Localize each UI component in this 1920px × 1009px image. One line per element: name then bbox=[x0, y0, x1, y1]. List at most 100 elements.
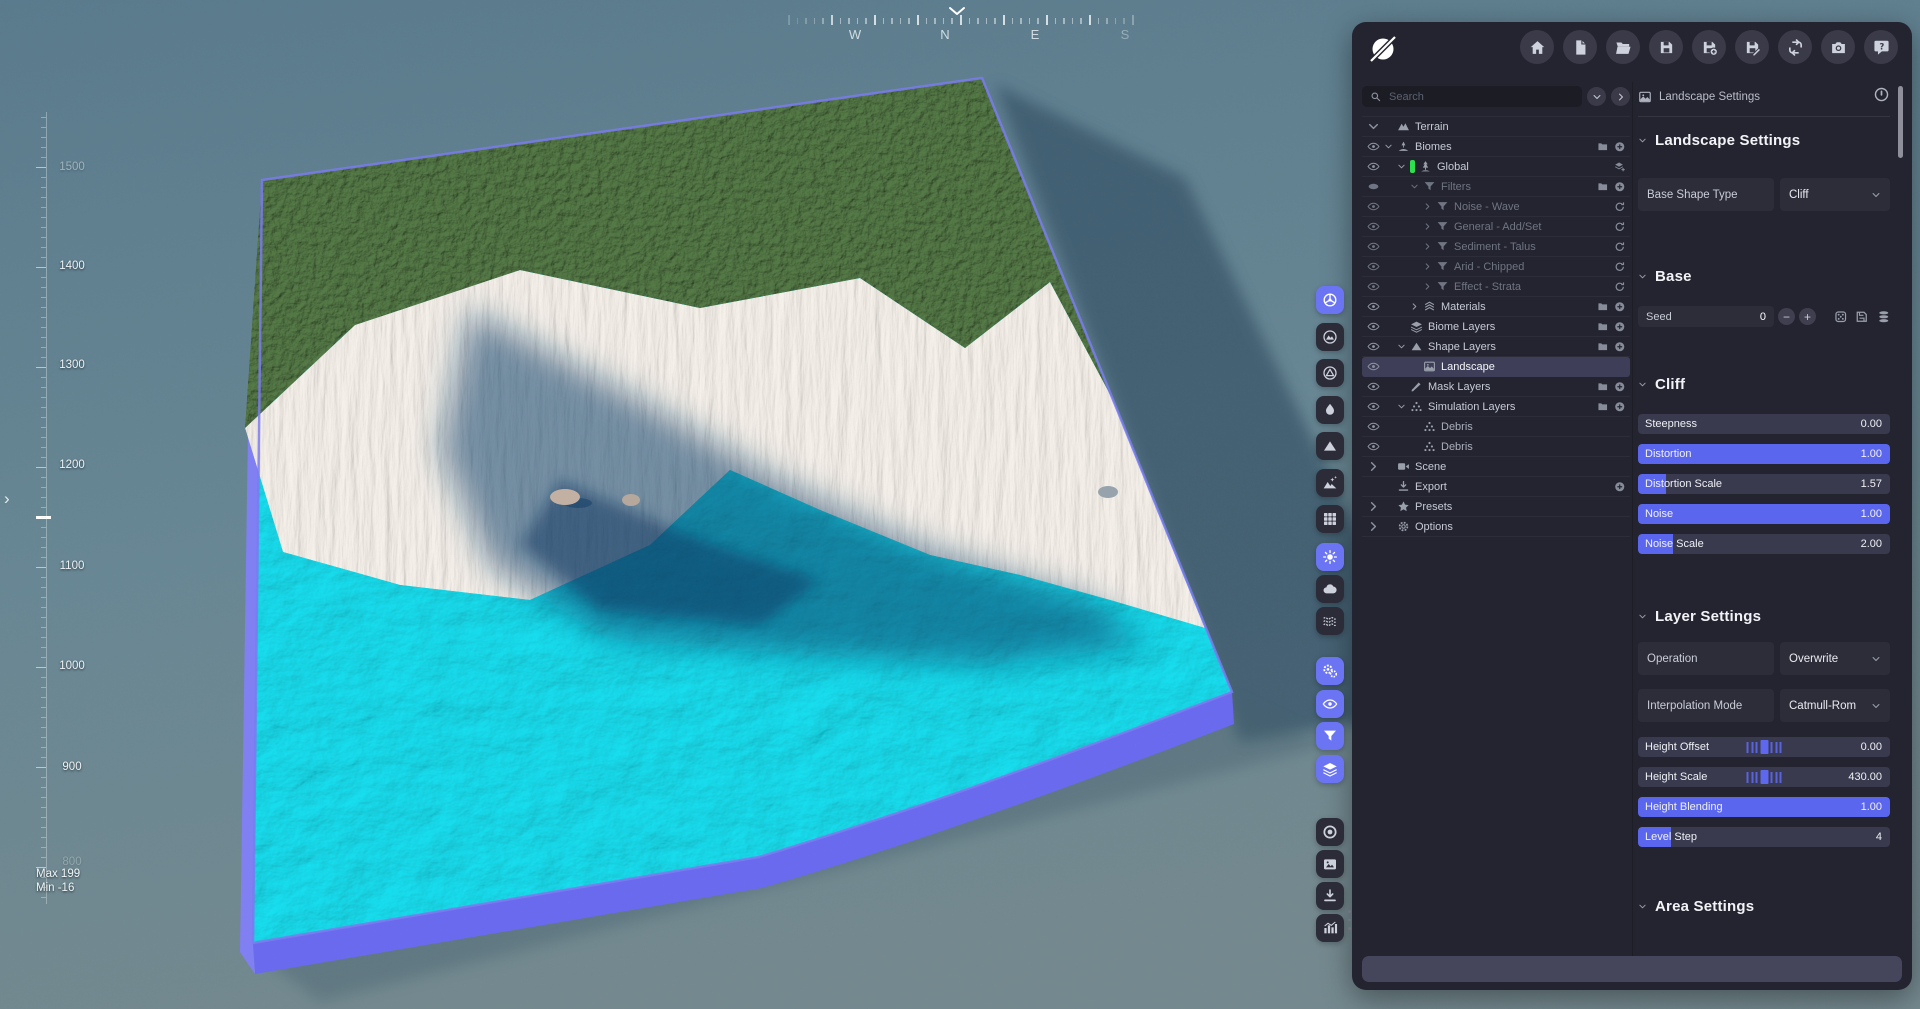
visibility-toggle[interactable] bbox=[1367, 280, 1384, 293]
visibility-toggle[interactable] bbox=[1367, 320, 1384, 333]
tool-gears-button[interactable] bbox=[1316, 657, 1344, 685]
slider-noise[interactable]: Noise1.00 bbox=[1638, 504, 1890, 524]
tree-row-noise-wave[interactable]: Noise - Wave bbox=[1362, 197, 1630, 217]
visibility-toggle[interactable] bbox=[1367, 380, 1384, 393]
tree-row-biome-layers[interactable]: Biome Layers bbox=[1362, 317, 1630, 337]
slider-distortion-scale[interactable]: Distortion Scale1.57 bbox=[1638, 474, 1890, 494]
refresh-icon[interactable] bbox=[1614, 221, 1626, 233]
sync-button[interactable] bbox=[1778, 30, 1812, 64]
tree-row-simulation-layers[interactable]: Simulation Layers bbox=[1362, 397, 1630, 417]
help-button[interactable]: ? bbox=[1864, 30, 1898, 64]
tool-cloud-button[interactable] bbox=[1316, 575, 1344, 603]
seed-field[interactable]: Seed 0 bbox=[1638, 306, 1774, 327]
folder-icon[interactable] bbox=[1597, 401, 1609, 413]
visibility-toggle[interactable] bbox=[1367, 260, 1384, 273]
slider-level-step[interactable]: Level Step4 bbox=[1638, 827, 1890, 847]
tool-orbit-button[interactable] bbox=[1316, 286, 1344, 314]
tree-row-effect-strata[interactable]: Effect - Strata bbox=[1362, 277, 1630, 297]
expand-toggle[interactable] bbox=[1423, 282, 1436, 291]
tool-circle-mountain-button[interactable] bbox=[1316, 323, 1344, 351]
tree-row-presets[interactable]: Presets bbox=[1362, 497, 1630, 517]
home-button[interactable] bbox=[1520, 30, 1554, 64]
save-button[interactable] bbox=[1649, 30, 1683, 64]
tree-row-options[interactable]: Options bbox=[1362, 517, 1630, 537]
section-layer-settings[interactable]: Layer Settings bbox=[1638, 608, 1890, 625]
scrub-handle[interactable] bbox=[1747, 740, 1782, 754]
visibility-toggle[interactable] bbox=[1367, 160, 1384, 173]
visibility-toggle[interactable] bbox=[1367, 300, 1384, 313]
inspector-reset-button[interactable] bbox=[1873, 86, 1890, 108]
folder-icon[interactable] bbox=[1597, 381, 1609, 393]
tool-mountain-button[interactable] bbox=[1316, 432, 1344, 460]
visibility-toggle[interactable] bbox=[1367, 400, 1384, 413]
visibility-toggle[interactable] bbox=[1367, 420, 1384, 433]
save-new-button[interactable] bbox=[1692, 30, 1726, 64]
tool-eye-button[interactable] bbox=[1316, 690, 1344, 718]
tree-row-shape-layers[interactable]: Shape Layers bbox=[1362, 337, 1630, 357]
tree-row-materials[interactable]: Materials bbox=[1362, 297, 1630, 317]
folder-icon[interactable] bbox=[1597, 141, 1609, 153]
add-icon[interactable] bbox=[1614, 481, 1626, 493]
tree-row-sediment-talus[interactable]: Sediment - Talus bbox=[1362, 237, 1630, 257]
add-icon[interactable] bbox=[1614, 301, 1626, 313]
seed-decrement-button[interactable]: − bbox=[1778, 308, 1795, 325]
tool-record-button[interactable] bbox=[1316, 818, 1344, 846]
add-icon[interactable] bbox=[1614, 401, 1626, 413]
tree-row-arid-chipped[interactable]: Arid - Chipped bbox=[1362, 257, 1630, 277]
seed-increment-button[interactable]: + bbox=[1799, 308, 1816, 325]
base-shape-type-select[interactable]: Cliff bbox=[1780, 178, 1890, 211]
tree-row-biomes[interactable]: Biomes bbox=[1362, 137, 1630, 157]
tree-row-scene[interactable]: Scene bbox=[1362, 457, 1630, 477]
left-panel-expand-chevron[interactable]: › bbox=[4, 489, 10, 509]
visibility-toggle[interactable] bbox=[1367, 220, 1384, 233]
tool-waves-button[interactable] bbox=[1316, 607, 1344, 635]
layers-add-icon[interactable] bbox=[1614, 161, 1626, 173]
section-base[interactable]: Base bbox=[1638, 268, 1890, 285]
visibility-toggle[interactable] bbox=[1367, 360, 1384, 373]
slider-height-offset[interactable]: Height Offset0.00 bbox=[1638, 737, 1890, 757]
tool-filter-button[interactable] bbox=[1316, 722, 1344, 750]
expand-toggle[interactable] bbox=[1423, 222, 1436, 231]
refresh-icon[interactable] bbox=[1614, 241, 1626, 253]
visibility-off-toggle[interactable] bbox=[1367, 180, 1384, 193]
section-area-settings[interactable]: Area Settings bbox=[1638, 898, 1890, 915]
save-edit-button[interactable] bbox=[1735, 30, 1769, 64]
expand-toggle[interactable] bbox=[1423, 242, 1436, 251]
search-input[interactable] bbox=[1387, 90, 1574, 104]
visibility-toggle[interactable] bbox=[1367, 240, 1384, 253]
new-file-button[interactable] bbox=[1563, 30, 1597, 64]
slider-height-blending[interactable]: Height Blending1.00 bbox=[1638, 797, 1890, 817]
refresh-icon[interactable] bbox=[1614, 281, 1626, 293]
slider-noise-scale[interactable]: Noise Scale2.00 bbox=[1638, 534, 1890, 554]
tool-droplet-button[interactable] bbox=[1316, 396, 1344, 424]
visibility-toggle[interactable] bbox=[1367, 340, 1384, 353]
tree-row-landscape[interactable]: Landscape bbox=[1362, 357, 1630, 377]
add-icon[interactable] bbox=[1614, 181, 1626, 193]
tree-row-debris-16[interactable]: Debris bbox=[1362, 437, 1630, 457]
tree-row-terrain[interactable]: Terrain bbox=[1362, 117, 1630, 137]
expand-toggle[interactable] bbox=[1397, 162, 1410, 171]
visibility-toggle[interactable] bbox=[1367, 140, 1384, 153]
add-icon[interactable] bbox=[1614, 341, 1626, 353]
tool-layers-button[interactable] bbox=[1316, 755, 1344, 783]
expand-toggle[interactable] bbox=[1410, 182, 1423, 191]
tool-grid-button[interactable] bbox=[1316, 505, 1344, 533]
tool-photo-button[interactable] bbox=[1316, 850, 1344, 878]
add-icon[interactable] bbox=[1614, 381, 1626, 393]
tree-expand-all-button[interactable] bbox=[1611, 87, 1630, 106]
add-icon[interactable] bbox=[1614, 321, 1626, 333]
scrub-handle[interactable] bbox=[1747, 770, 1782, 784]
seed-library-icon[interactable] bbox=[1877, 310, 1891, 324]
open-folder-button[interactable] bbox=[1606, 30, 1640, 64]
section-landscape-settings[interactable]: Landscape Settings bbox=[1638, 132, 1890, 149]
tree-row-general-add-set[interactable]: General - Add/Set bbox=[1362, 217, 1630, 237]
expand-toggle[interactable] bbox=[1397, 342, 1410, 351]
screenshot-button[interactable] bbox=[1821, 30, 1855, 64]
tree-row-global[interactable]: Global bbox=[1362, 157, 1630, 177]
visibility-toggle[interactable] bbox=[1367, 200, 1384, 213]
expand-toggle[interactable] bbox=[1367, 520, 1384, 533]
slider-height-scale[interactable]: Height Scale430.00 bbox=[1638, 767, 1890, 787]
expand-toggle[interactable] bbox=[1423, 202, 1436, 211]
tree-row-filters[interactable]: Filters bbox=[1362, 177, 1630, 197]
tree-collapse-all-button[interactable] bbox=[1587, 87, 1606, 106]
